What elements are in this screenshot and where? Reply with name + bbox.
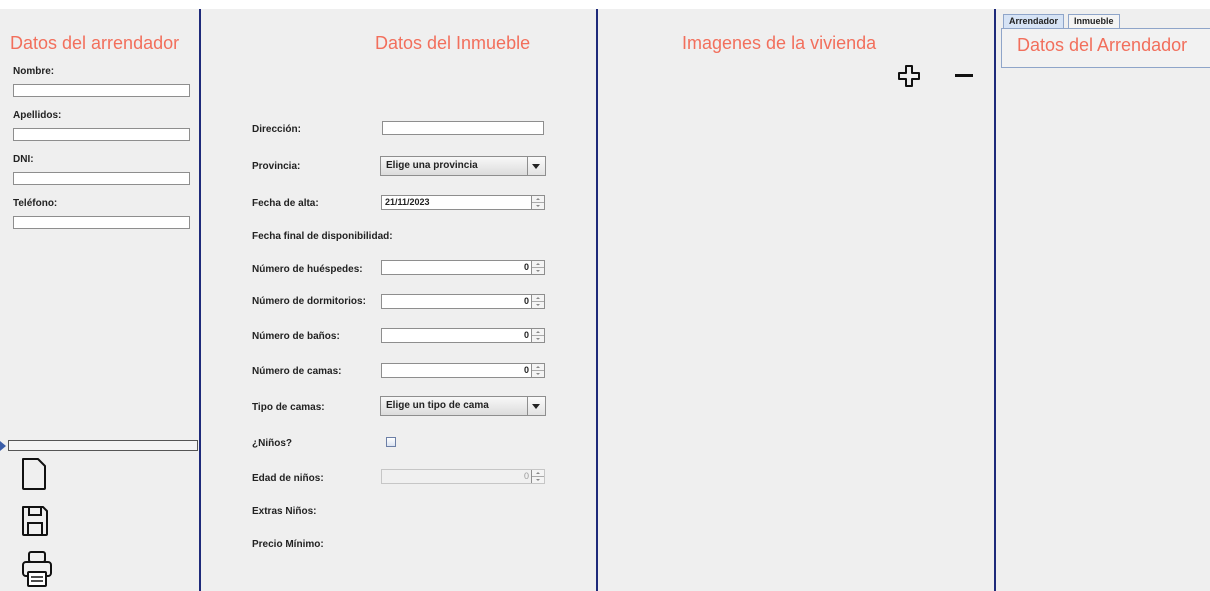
chevron-down-icon[interactable] bbox=[527, 397, 545, 415]
extras-ninos-label: Extras Niños: bbox=[252, 506, 317, 517]
direccion-input[interactable] bbox=[382, 121, 544, 135]
imagenes-title: Imagenes de la vivienda bbox=[682, 33, 877, 53]
nombre-input[interactable] bbox=[13, 84, 190, 97]
split-divider[interactable] bbox=[8, 440, 198, 451]
dormitorios-value: 0 bbox=[523, 296, 529, 306]
fecha-alta-spinner[interactable]: 21/11/2023 bbox=[381, 195, 545, 210]
tipo-camas-select[interactable]: Elige un tipo de cama bbox=[380, 396, 546, 416]
precio-minimo-label: Precio Mínimo: bbox=[252, 539, 324, 550]
ninos-checkbox[interactable] bbox=[386, 437, 396, 447]
spinner-buttons[interactable] bbox=[531, 364, 544, 377]
print-icon[interactable] bbox=[20, 550, 54, 588]
ninos-label: ¿Niños? bbox=[252, 438, 292, 449]
spinner-buttons[interactable] bbox=[531, 470, 544, 483]
dni-label: DNI: bbox=[13, 154, 34, 165]
provincia-label: Provincia: bbox=[252, 161, 301, 172]
save-icon[interactable] bbox=[20, 504, 50, 538]
arrendador-title: Datos del arrendador bbox=[10, 33, 180, 53]
fecha-alta-value: 21/11/2023 bbox=[385, 197, 430, 207]
banos-spinner[interactable]: 0 bbox=[381, 328, 545, 343]
spinner-buttons[interactable] bbox=[531, 196, 544, 209]
panel-divider-1 bbox=[199, 9, 201, 591]
new-file-icon[interactable] bbox=[20, 457, 48, 491]
dormitorios-label: Número de dormitorios: bbox=[252, 296, 366, 307]
window-top-strip bbox=[0, 0, 1210, 9]
inmueble-title: Datos del Inmueble bbox=[375, 33, 531, 53]
telefono-input[interactable] bbox=[13, 216, 190, 229]
edad-ninos-spinner[interactable]: 0 bbox=[381, 469, 545, 484]
panel-divider-2 bbox=[596, 9, 598, 591]
spinner-buttons[interactable] bbox=[531, 261, 544, 274]
spinner-buttons[interactable] bbox=[531, 329, 544, 342]
provincia-select[interactable]: Elige una provincia bbox=[380, 156, 546, 176]
tab-inmueble[interactable]: Inmueble bbox=[1068, 14, 1120, 28]
edad-ninos-value: 0 bbox=[523, 471, 529, 481]
resumen-title: Datos del Arrendador bbox=[1017, 35, 1188, 55]
dormitorios-spinner[interactable]: 0 bbox=[381, 294, 545, 309]
fecha-alta-label: Fecha de alta: bbox=[252, 198, 319, 209]
provincia-selected-value: Elige una provincia bbox=[386, 160, 478, 171]
tab-arrendador[interactable]: Arrendador bbox=[1003, 14, 1065, 28]
spinner-buttons[interactable] bbox=[531, 295, 544, 308]
apellidos-input[interactable] bbox=[13, 128, 190, 141]
fecha-final-label: Fecha final de disponibilidad: bbox=[252, 231, 393, 242]
tipo-camas-label: Tipo de camas: bbox=[252, 402, 325, 413]
divider-arrow-icon[interactable] bbox=[0, 441, 6, 451]
dni-input[interactable] bbox=[13, 172, 190, 185]
camas-label: Número de camas: bbox=[252, 366, 342, 377]
minus-icon[interactable] bbox=[954, 73, 974, 79]
direccion-label: Dirección: bbox=[252, 124, 301, 135]
edad-ninos-label: Edad de niños: bbox=[252, 473, 324, 484]
panel-divider-3 bbox=[994, 9, 996, 591]
huespedes-label: Número de huéspedes: bbox=[252, 264, 363, 275]
camas-spinner[interactable]: 0 bbox=[381, 363, 545, 378]
apellidos-label: Apellidos: bbox=[13, 110, 62, 121]
camas-value: 0 bbox=[523, 365, 529, 375]
telefono-label: Teléfono: bbox=[13, 198, 58, 209]
huespedes-value: 0 bbox=[523, 262, 529, 272]
huespedes-spinner[interactable]: 0 bbox=[381, 260, 545, 275]
banos-value: 0 bbox=[523, 330, 529, 340]
plus-icon[interactable] bbox=[897, 64, 921, 88]
banos-label: Número de baños: bbox=[252, 331, 340, 342]
nombre-label: Nombre: bbox=[13, 66, 55, 77]
tipo-camas-selected-value: Elige un tipo de cama bbox=[386, 400, 489, 411]
chevron-down-icon[interactable] bbox=[527, 157, 545, 175]
